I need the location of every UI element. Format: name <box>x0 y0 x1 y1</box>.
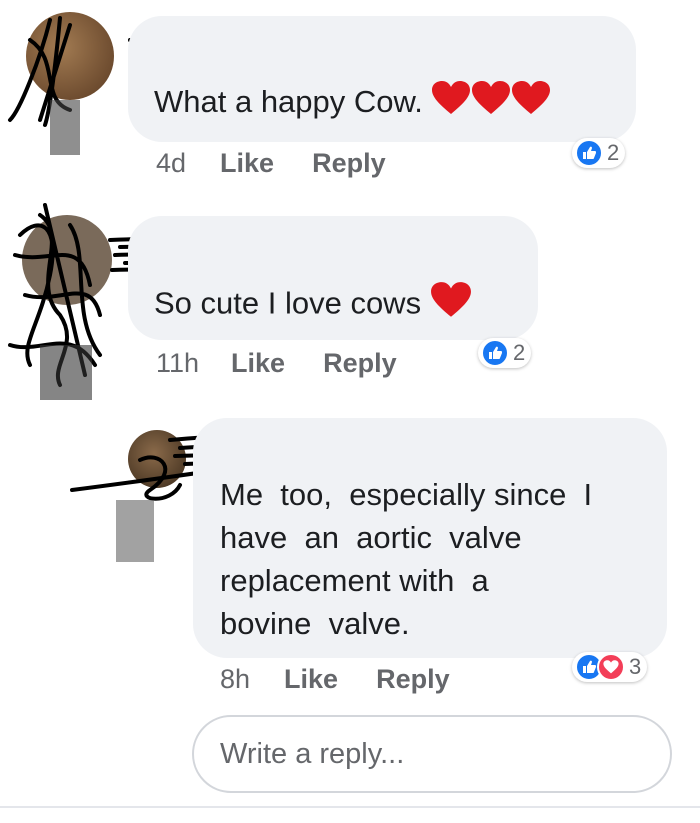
reaction-summary[interactable]: 3 <box>572 652 648 682</box>
heart-emoji-icon <box>430 281 472 330</box>
thumbs-up-icon <box>575 139 603 167</box>
comment-text-content: So cute I love cows <box>154 285 422 321</box>
comment-text-content: What a happy Cow. <box>154 84 423 119</box>
comment-text-line: Me too, especially since I <box>220 477 593 512</box>
reply-button[interactable]: Reply <box>376 664 450 695</box>
comment-text-line: bovine valve. <box>220 606 410 641</box>
comment-thread: What a happy Cow. 2 4d Like Reply So cut… <box>0 0 700 823</box>
reaction-count: 3 <box>629 654 642 679</box>
reply-input-placeholder: Write a reply... <box>220 737 405 770</box>
comment-meta: 8h Like Reply <box>220 664 450 695</box>
comment-meta: 11h Like Reply <box>156 348 397 379</box>
thumbs-up-icon <box>481 339 509 367</box>
heart-icon <box>597 653 625 681</box>
reply-button[interactable]: Reply <box>312 148 386 179</box>
comment-text-line: have an aortic valve <box>220 520 522 555</box>
comment-timestamp[interactable]: 4d <box>156 148 186 179</box>
divider <box>0 806 700 808</box>
heart-emoji-icon <box>431 80 471 127</box>
like-button[interactable]: Like <box>231 348 285 379</box>
comment-text: So cute I love cows <box>154 281 472 330</box>
reaction-count: 2 <box>607 140 620 165</box>
comment-text-line: replacement with a <box>220 563 489 598</box>
comment-timestamp[interactable]: 11h <box>156 348 199 379</box>
reaction-summary[interactable]: 2 <box>572 138 626 168</box>
heart-emoji-icon <box>471 80 511 127</box>
like-button[interactable]: Like <box>284 664 338 695</box>
comment-text: Me too, especially since I have an aorti… <box>220 473 592 645</box>
reply-button[interactable]: Reply <box>323 348 397 379</box>
comment-meta: 4d Like Reply <box>156 148 386 179</box>
reaction-summary[interactable]: 2 <box>478 338 532 368</box>
reaction-count: 2 <box>513 340 526 365</box>
reply-input[interactable]: Write a reply... <box>192 715 672 793</box>
heart-emoji-icon <box>511 80 551 127</box>
comment-timestamp[interactable]: 8h <box>220 664 250 695</box>
comment-text: What a happy Cow. <box>154 80 551 127</box>
like-button[interactable]: Like <box>220 148 274 179</box>
